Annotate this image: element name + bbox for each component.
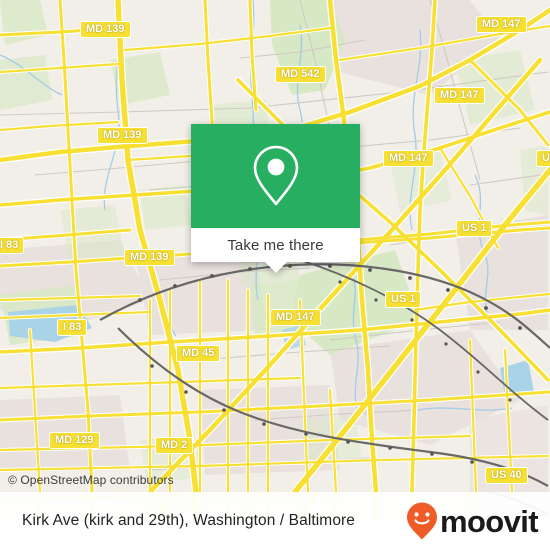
location-title: Kirk Ave (kirk and 29th), Washington / B… [22, 512, 356, 529]
road-shield: MD 129 [49, 432, 100, 449]
osm-attribution: © OpenStreetMap contributors [8, 473, 174, 487]
callout-image [191, 124, 360, 228]
road-shield: US 1 [456, 220, 493, 237]
take-me-there-button[interactable]: Take me there [191, 228, 360, 262]
road-shield: MD 147 [383, 150, 434, 167]
road-shield: MD 139 [97, 127, 148, 144]
location-callout-card[interactable]: Take me there [191, 124, 360, 273]
road-shield: MD 45 [176, 345, 221, 362]
callout-pointer [264, 262, 287, 273]
road-shield: MD 147 [270, 309, 321, 326]
road-shield: MD 139 [124, 249, 175, 266]
moovit-logo[interactable]: moovit [405, 492, 539, 550]
footer-bar: Kirk Ave (kirk and 29th), Washington / B… [0, 492, 550, 550]
moovit-wordmark: moovit [439, 503, 539, 539]
road-shield: MD 542 [275, 66, 326, 83]
road-shield: I 83 [0, 237, 25, 254]
location-pin-icon [253, 145, 298, 206]
moovit-pin-smiley-icon [406, 502, 437, 540]
road-shield: US 40 [485, 467, 528, 484]
road-shield: US [536, 150, 550, 167]
road-shield: US 1 [385, 291, 422, 308]
road-shield: MD 2 [155, 437, 194, 454]
map-canvas[interactable]: MD 139 MD 147 MD 542 MD 147 MD 139 MD 147 US MD… [0, 0, 550, 492]
road-shield: MD 139 [80, 21, 131, 38]
screenshot-root: MD 139 MD 147 MD 542 MD 147 MD 139 MD 147 US MD… [0, 0, 550, 550]
road-shield: MD 147 [434, 87, 485, 104]
road-shield: MD 147 [476, 16, 527, 33]
road-shield: I 83 [57, 319, 88, 336]
